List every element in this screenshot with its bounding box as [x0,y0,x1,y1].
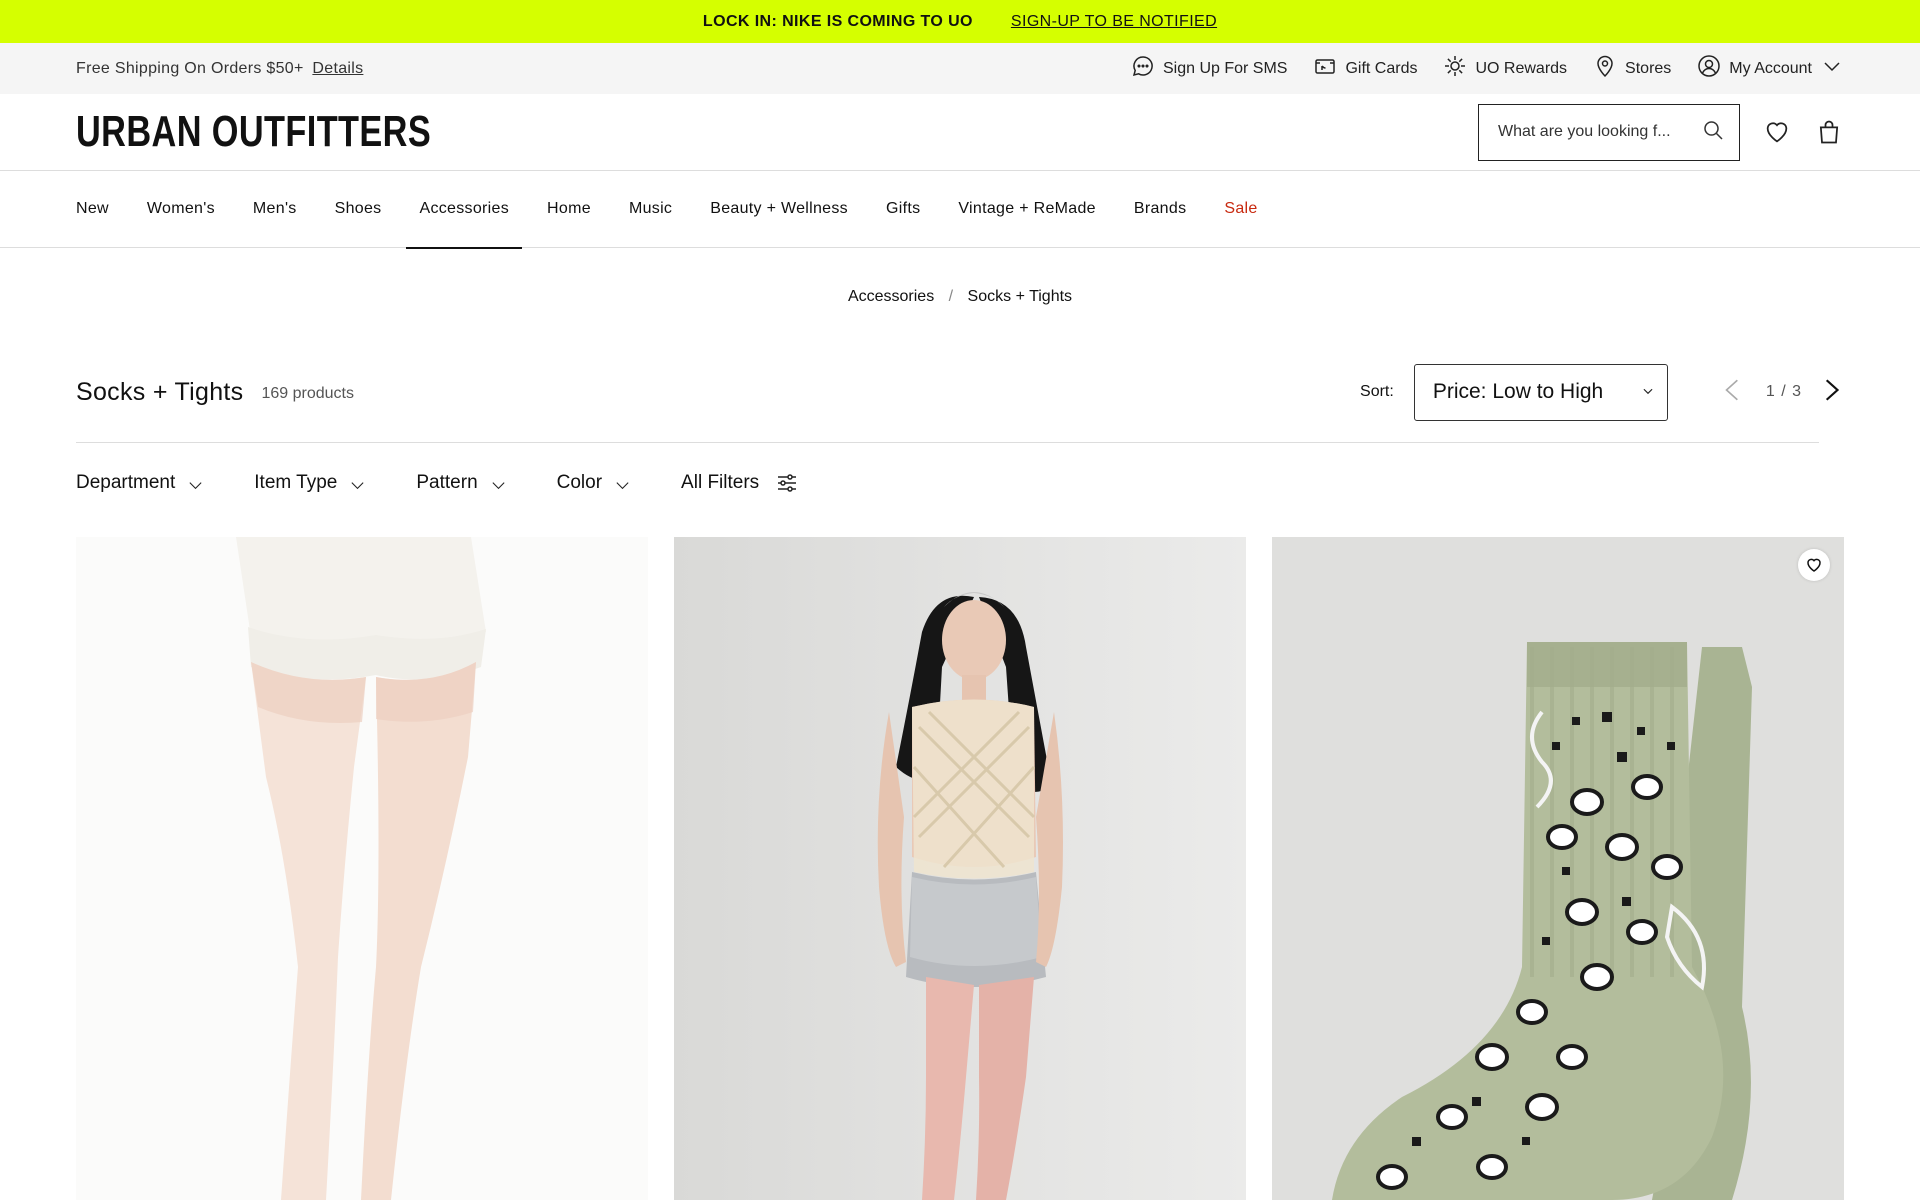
nav-item-shoes[interactable]: Shoes [335,171,382,248]
filter-label: All Filters [681,472,760,493]
filter-label: Department [76,472,176,493]
breadcrumb-accessories[interactable]: Accessories [848,288,934,305]
rewards-label: UO Rewards [1475,59,1568,77]
stores-label: Stores [1625,59,1672,77]
nav-item-womens[interactable]: Women's [147,171,215,248]
filter-bar: Department Item Type Pattern Color All F… [76,462,849,504]
location-pin-icon [1593,54,1617,83]
chevron-down-icon [616,481,629,489]
shopping-bag-icon[interactable] [1814,117,1844,147]
product-image-sheer-tights[interactable] [76,537,648,1200]
sms-signup-link[interactable]: Sign Up For SMS [1131,54,1287,83]
shipping-notice: Free Shipping On Orders $50+ Details [76,60,363,78]
pagination: 1 / 3 [1720,375,1844,410]
product-image-bandana-socks[interactable] [1272,537,1844,1200]
promo-headline: LOCK IN: NIKE IS COMING TO UO [702,12,973,30]
page-title: Socks + Tights [76,377,244,406]
filter-label: Pattern [416,472,478,493]
next-page-icon[interactable] [1818,375,1844,410]
account-label: My Account [1729,59,1812,77]
product-image-model-tights[interactable] [674,537,1246,1200]
site-header: URBAN OUTFITTERS What are you looking f.… [0,94,1920,171]
nav-item-beauty-wellness[interactable]: Beauty + Wellness [710,171,848,248]
stores-link[interactable]: Stores [1593,54,1671,83]
nav-item-home[interactable]: Home [547,171,591,248]
chevron-down-icon [189,481,202,489]
breadcrumb-separator: / [948,288,954,305]
sort-select[interactable]: Price: Low to High [1413,363,1668,421]
my-account-link[interactable]: My Account [1697,54,1844,83]
sms-label: Sign Up For SMS [1162,59,1288,77]
nav-item-vintage-remade[interactable]: Vintage + ReMade [958,171,1096,248]
product-count: 169 products [261,385,354,402]
uo-rewards-link[interactable]: UO Rewards [1443,54,1567,83]
nav-item-new[interactable]: New [76,171,109,248]
chat-icon [1131,54,1155,83]
product-card[interactable] [76,537,648,1200]
filter-color[interactable]: Color [557,472,631,494]
promo-banner: LOCK IN: NIKE IS COMING TO UO SIGN-UP TO… [0,0,1920,43]
filter-department[interactable]: Department [76,472,204,494]
sliders-icon [778,474,797,492]
search-input[interactable]: What are you looking f... [1478,103,1740,161]
sort-value: Price: Low to High [1432,380,1604,403]
main-nav: New Women's Men's Shoes Accessories Home… [0,171,1920,249]
filter-pattern[interactable]: Pattern [416,472,506,494]
utility-links: Sign Up For SMS Gift Cards UO Rewards St… [1131,54,1844,83]
current-page: 1 [1765,383,1776,400]
account-icon [1697,54,1721,83]
chevron-down-icon [351,481,364,489]
shipping-details-link[interactable]: Details [312,60,363,77]
brand-logo[interactable]: URBAN OUTFITTERS [76,110,431,154]
nav-item-brands[interactable]: Brands [1134,171,1187,248]
product-card[interactable] [674,537,1246,1200]
gift-cards-link[interactable]: Gift Cards [1313,54,1417,83]
listing-header: Socks + Tights 169 products Sort: Price:… [76,360,1844,424]
wishlist-heart-icon[interactable] [1798,549,1830,581]
chevron-down-icon [1641,380,1655,404]
promo-signup-link[interactable]: SIGN-UP TO BE NOTIFIED [1011,13,1217,31]
search-icon[interactable] [1701,118,1725,147]
nav-item-sale[interactable]: Sale [1224,171,1257,248]
wishlist-heart-icon[interactable] [1762,117,1792,147]
nav-item-gifts[interactable]: Gifts [886,171,920,248]
gift-card-icon [1313,54,1337,83]
prev-page-icon[interactable] [1720,375,1746,410]
page-indicator: 1 / 3 [1766,383,1802,401]
all-filters-button[interactable]: All Filters [681,471,799,495]
filter-item-type[interactable]: Item Type [254,472,366,494]
nav-item-accessories[interactable]: Accessories [406,171,522,249]
search-placeholder: What are you looking f... [1498,123,1671,140]
nav-item-mens[interactable]: Men's [253,171,297,248]
header-divider [76,442,1819,443]
nav-item-music[interactable]: Music [629,171,672,248]
chevron-down-icon [1820,54,1844,83]
product-grid [76,537,1844,1200]
total-pages: 3 [1792,383,1802,400]
product-card[interactable] [1272,537,1844,1200]
breadcrumb: Accessories / Socks + Tights [0,288,1920,306]
filter-label: Color [556,472,603,493]
sort-label: Sort: [1360,383,1394,400]
rewards-icon [1443,54,1467,83]
utility-bar: Free Shipping On Orders $50+ Details Sig… [0,43,1920,94]
chevron-down-icon [492,481,505,489]
page-separator: / [1781,383,1787,400]
filter-label: Item Type [254,472,338,493]
breadcrumb-current: Socks + Tights [967,288,1073,305]
shipping-text: Free Shipping On Orders $50+ [76,59,304,77]
gift-cards-label: Gift Cards [1345,59,1418,77]
